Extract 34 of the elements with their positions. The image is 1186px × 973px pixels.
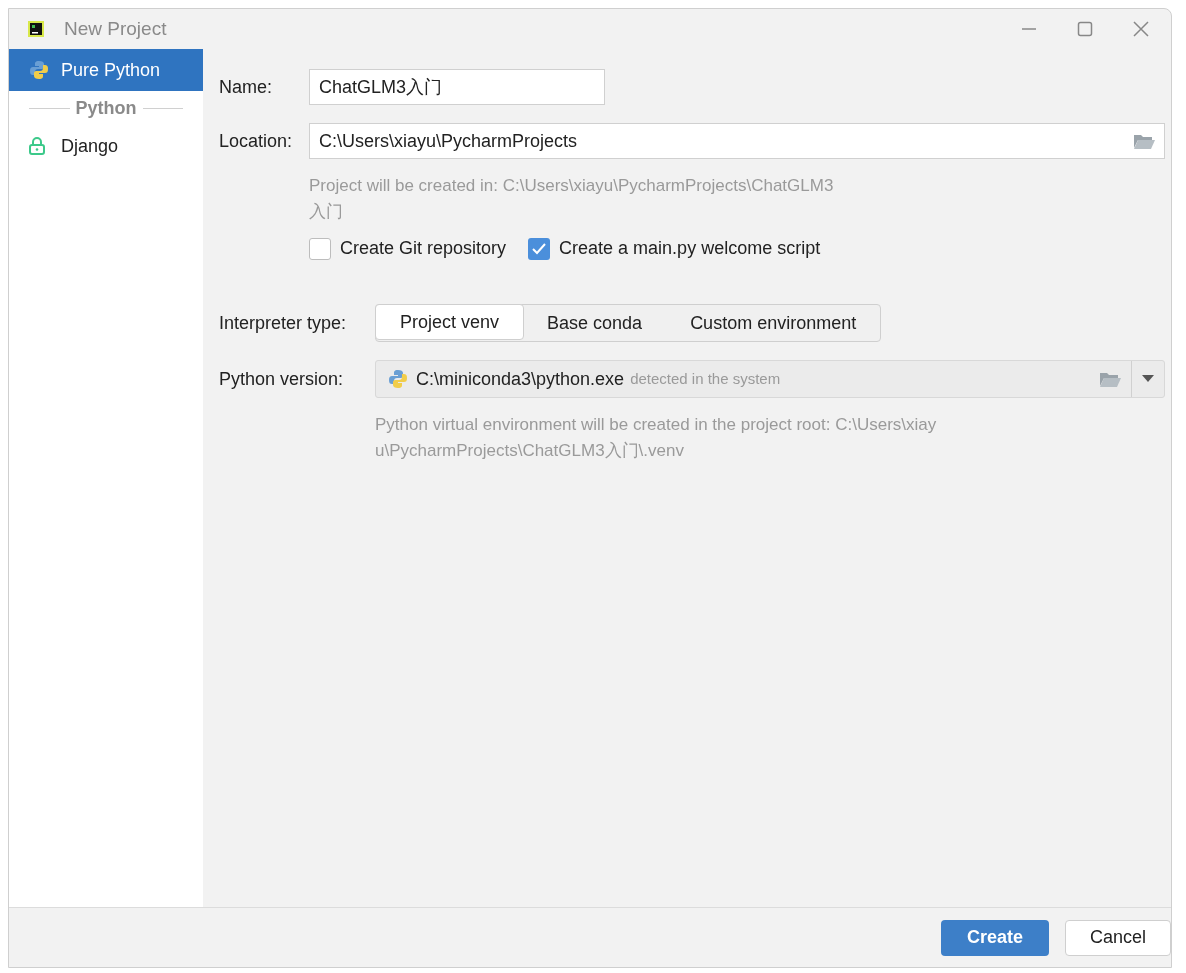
sidebar-item[interactable]: Pure Python bbox=[9, 49, 203, 91]
field-label: Name: bbox=[219, 75, 273, 99]
name-field[interactable]: ChatGLM3入门 bbox=[309, 69, 605, 105]
interpreter-tab[interactable]: Project venv bbox=[375, 304, 525, 340]
checkbox[interactable] bbox=[528, 237, 551, 260]
checkbox-label: Create a main.py welcome script bbox=[559, 237, 821, 260]
check-icon bbox=[532, 242, 547, 255]
checkbox-label: Create Git repository bbox=[340, 237, 507, 260]
group-heading: Python bbox=[74, 96, 138, 120]
folder-icon[interactable] bbox=[1133, 133, 1155, 149]
interpreter-tab[interactable]: Custom environment bbox=[666, 305, 881, 341]
caret-icon[interactable] bbox=[1142, 375, 1154, 383]
field-label: Location: bbox=[219, 129, 294, 153]
venv-hint: Python virtual environment will be created in the project root: C:\Users\xiayu\PycharmProjects\ChatGLM3入门\.venv bbox=[375, 414, 938, 462]
maximize-icon[interactable] bbox=[1077, 21, 1093, 37]
interpreter-tab[interactable]: Base conda bbox=[523, 305, 667, 341]
python-path: C:\miniconda3\python.exe bbox=[416, 367, 625, 391]
sidebar-item[interactable]: Django bbox=[9, 125, 203, 167]
detected-note: detected in the system bbox=[630, 368, 781, 389]
folder-icon[interactable] bbox=[1099, 371, 1121, 387]
location-hint: Project will be created in: C:\Users\xiayu\PycharmProjects\ChatGLM3入门 bbox=[309, 175, 835, 223]
field-label: Interpreter type: bbox=[219, 311, 348, 335]
lock-icon bbox=[29, 137, 45, 155]
field-label: Python version: bbox=[219, 367, 345, 391]
python-icon bbox=[388, 369, 408, 389]
create-button[interactable]: Create bbox=[941, 919, 1049, 956]
python-version-dropdown[interactable]: C:\miniconda3\python.exe detected in the system bbox=[375, 360, 1165, 398]
window-title: New Project bbox=[64, 16, 167, 41]
close-icon[interactable] bbox=[1133, 21, 1149, 37]
location-field[interactable]: C:\Users\xiayu\PycharmProjects bbox=[309, 123, 1165, 159]
app-logo-icon bbox=[28, 21, 44, 37]
cancel-button[interactable]: Cancel bbox=[1065, 919, 1171, 956]
python-icon bbox=[29, 60, 49, 80]
checkbox[interactable] bbox=[309, 237, 331, 260]
